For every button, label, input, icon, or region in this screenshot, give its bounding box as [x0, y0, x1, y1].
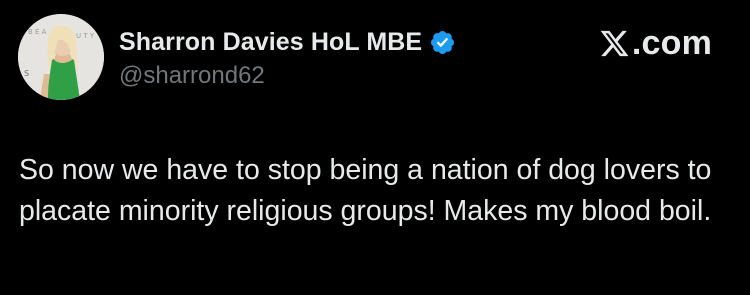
author-display-name[interactable]: Sharron Davies HoL MBE — [119, 28, 422, 57]
svg-text:B E A: B E A — [28, 28, 47, 36]
author-name-row: Sharron Davies HoL MBE — [119, 24, 456, 60]
brand-watermark: .com — [599, 22, 712, 64]
tweet-card: B E A U T Y S Sharron Davies HoL MBE @sh… — [0, 0, 750, 295]
avatar-image: B E A U T Y S — [18, 14, 104, 100]
svg-text:S: S — [24, 69, 29, 78]
avatar[interactable]: B E A U T Y S — [18, 14, 104, 100]
verified-badge-icon — [431, 30, 455, 54]
svg-text:U T Y: U T Y — [76, 32, 95, 40]
tweet-text: So now we have to stop being a nation of… — [19, 154, 712, 227]
brand-domain-label: .com — [631, 23, 712, 62]
author-handle[interactable]: @sharrond62 — [119, 62, 265, 90]
x-logo-icon — [600, 30, 629, 56]
